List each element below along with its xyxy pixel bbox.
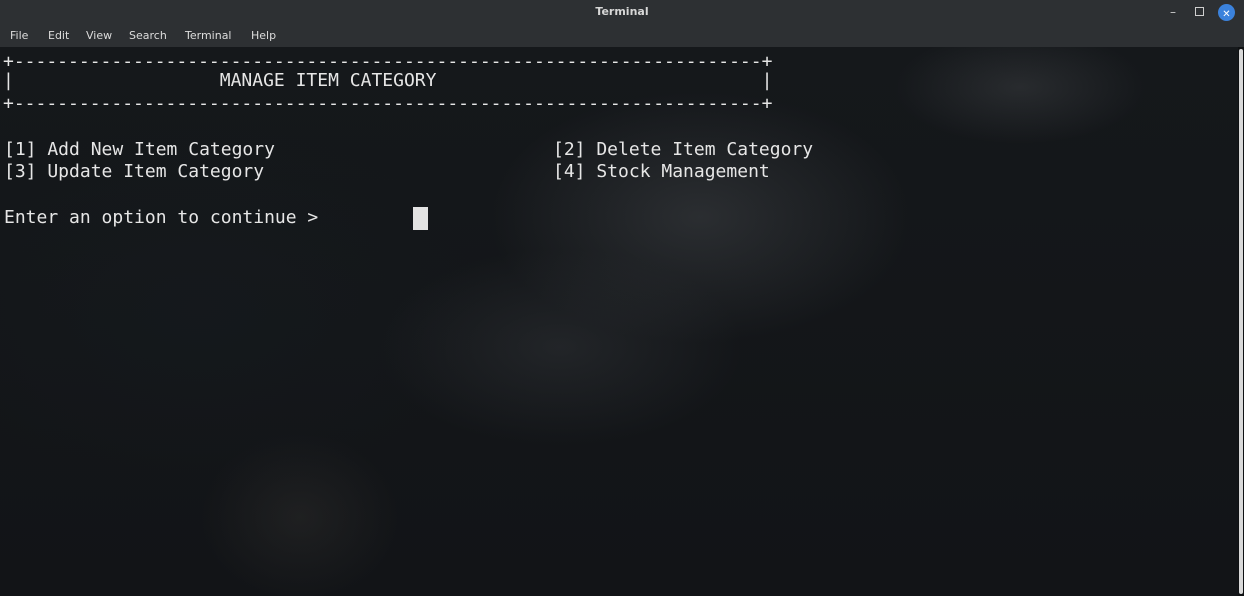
window-title: Terminal <box>595 5 649 18</box>
option-stock-management: [4] Stock Management <box>553 161 770 182</box>
menu-file[interactable]: File <box>10 29 28 42</box>
close-button[interactable]: ✕ <box>1218 4 1235 21</box>
option-delete-category: [2] Delete Item Category <box>553 139 814 160</box>
text-cursor[interactable] <box>413 207 428 230</box>
scrollbar-thumb[interactable] <box>1239 49 1243 594</box>
maximize-button[interactable] <box>1190 3 1208 21</box>
terminal-output[interactable]: +---------------------------------------… <box>0 47 1238 596</box>
option-add-category: [1] Add New Item Category <box>4 139 275 160</box>
minimize-icon: – <box>1170 5 1176 19</box>
box-border-bottom: +---------------------------------------… <box>3 93 773 114</box>
menu-search[interactable]: Search <box>129 29 167 42</box>
maximize-icon <box>1194 7 1204 16</box>
menu-header: | MANAGE ITEM CATEGORY | <box>3 70 773 91</box>
option-update-category: [3] Update Item Category <box>4 161 265 182</box>
menu-help[interactable]: Help <box>251 29 276 42</box>
title-bar[interactable]: Terminal – ✕ <box>0 0 1244 25</box>
menu-edit[interactable]: Edit <box>48 29 69 42</box>
scrollbar[interactable] <box>1238 47 1244 596</box>
menu-view[interactable]: View <box>86 29 112 42</box>
menu-bar: File Edit View Search Terminal Help <box>0 25 1244 47</box>
input-prompt: Enter an option to continue > <box>4 207 330 228</box>
minimize-button[interactable]: – <box>1164 3 1182 21</box>
terminal-window: Terminal – ✕ File Edit View Search Termi… <box>0 0 1244 596</box>
close-icon: ✕ <box>1222 9 1231 20</box>
menu-terminal[interactable]: Terminal <box>185 29 232 42</box>
